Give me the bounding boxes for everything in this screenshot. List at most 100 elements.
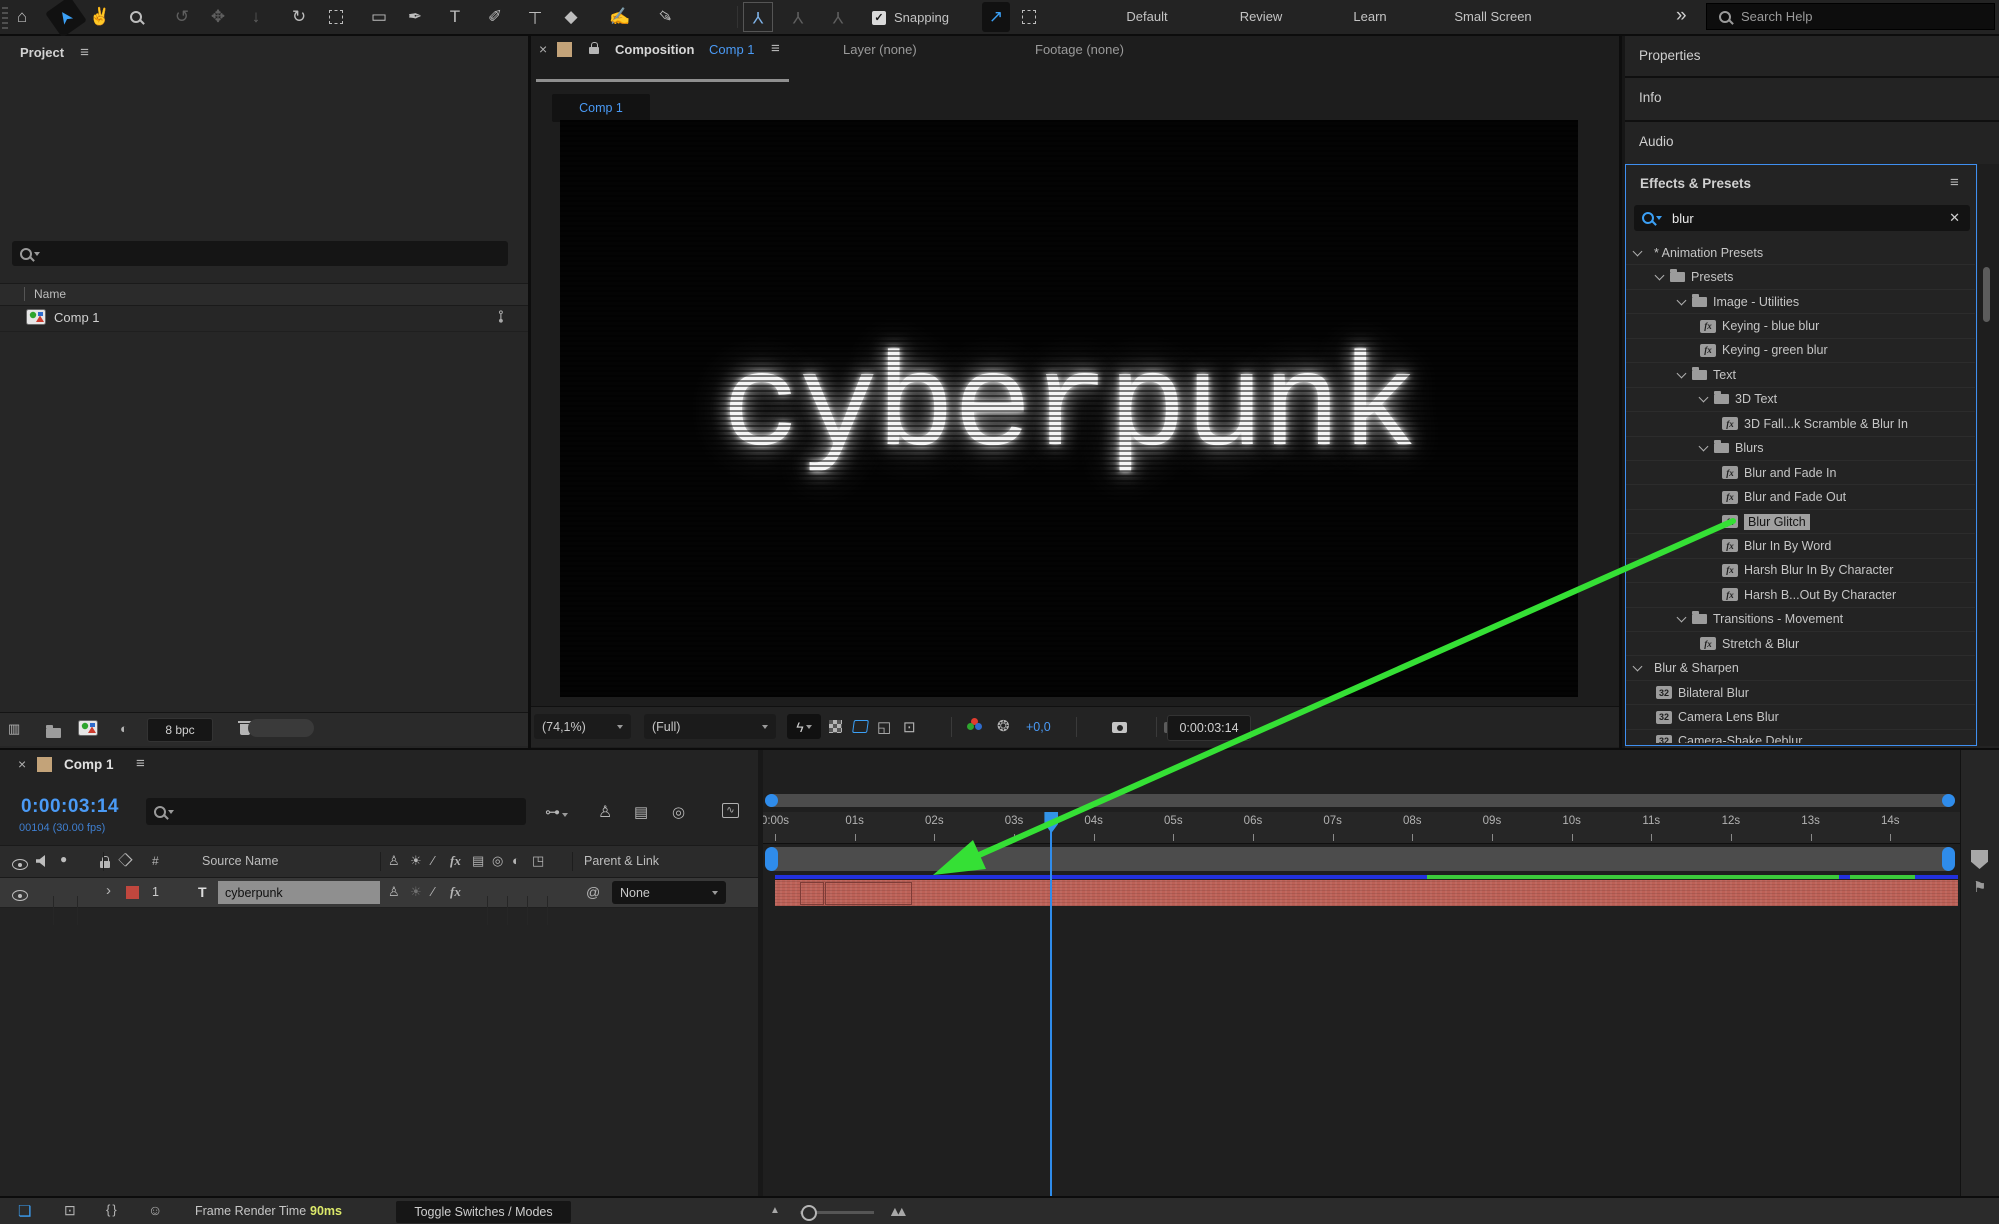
hand-tool[interactable]: ✌ bbox=[85, 2, 115, 32]
roto-brush-tool[interactable]: ✍ bbox=[605, 2, 635, 32]
project-search-input[interactable] bbox=[12, 241, 508, 266]
workspace-overflow-button[interactable]: » bbox=[1676, 0, 1687, 32]
comp-flag-icon[interactable]: ⚑ bbox=[1973, 878, 1986, 896]
viewer-tab-comp1[interactable]: Comp 1 bbox=[552, 94, 650, 122]
effects-tree-item[interactable]: 3D Text bbox=[1626, 388, 1975, 412]
exposure-reset-icon[interactable]: ❂ bbox=[997, 717, 1010, 735]
orbit-camera-tool[interactable]: ↺ bbox=[167, 2, 197, 32]
audio-column-icon[interactable] bbox=[36, 855, 48, 867]
camera-tool[interactable] bbox=[321, 2, 351, 32]
effects-tree-item[interactable]: fxHarsh B...Out By Character bbox=[1626, 583, 1975, 607]
resolution-dropdown[interactable]: (Full) bbox=[644, 714, 776, 739]
effects-tree-item[interactable]: Presets bbox=[1626, 265, 1975, 289]
brush-tool[interactable]: ✐ bbox=[480, 2, 510, 32]
effects-tree-item[interactable]: Text bbox=[1626, 363, 1975, 387]
rectangle-tool[interactable]: ▭ bbox=[364, 2, 394, 32]
composition-tab-item[interactable]: Comp 1 bbox=[709, 42, 755, 57]
layer-duration-bar[interactable] bbox=[775, 880, 1958, 906]
selection-tool[interactable]: ➤ bbox=[45, 0, 87, 38]
parent-dropdown[interactable]: None bbox=[612, 881, 726, 904]
toolbar-axis-world-mode[interactable]: Y bbox=[783, 2, 813, 32]
close-icon[interactable]: × bbox=[539, 41, 547, 57]
circle-square-icon[interactable]: ⊡ bbox=[64, 1202, 76, 1219]
workspace-tab-learn[interactable]: Learn bbox=[1353, 0, 1386, 32]
chevron-down-icon[interactable] bbox=[1633, 246, 1643, 256]
layer-row[interactable]: › 1 T cyberpunk ♙☀∕fx @ None bbox=[0, 878, 758, 908]
index-column-header[interactable]: # bbox=[152, 854, 159, 868]
fast-previews-button[interactable]: ϟ bbox=[787, 714, 821, 739]
snapshot-icon[interactable] bbox=[1112, 722, 1127, 733]
timeline-tab[interactable]: Comp 1 bbox=[64, 757, 114, 772]
composition-viewport[interactable]: cyberpunk bbox=[560, 120, 1578, 697]
workspace-tab-review[interactable]: Review bbox=[1240, 0, 1283, 32]
type-tool[interactable]: T bbox=[440, 2, 470, 32]
effects-tree-item[interactable]: fxStretch & Blur bbox=[1626, 632, 1975, 656]
name-column-header[interactable]: Name bbox=[34, 287, 66, 301]
layer-switch-cell[interactable] bbox=[528, 896, 548, 925]
composition-tab-title[interactable]: Composition bbox=[615, 42, 694, 57]
column-shy-guy-icon[interactable]: ♙ bbox=[388, 853, 400, 869]
scrollbar-right-cap[interactable] bbox=[1942, 794, 1955, 807]
effects-tree-item[interactable]: fxKeying - green blur bbox=[1626, 339, 1975, 363]
effects-tree-item[interactable]: 32Camera Lens Blur bbox=[1626, 705, 1975, 729]
snap-arrow-toggle[interactable]: ↗ bbox=[982, 2, 1010, 32]
effects-tree-item[interactable]: fxBlur In By Word bbox=[1626, 534, 1975, 558]
new-composition-icon[interactable] bbox=[78, 720, 98, 736]
project-panel-menu-icon[interactable]: ≡ bbox=[80, 44, 89, 61]
snap-box-toggle[interactable] bbox=[1014, 2, 1044, 32]
toolbar-axis-view-mode[interactable]: Y bbox=[823, 2, 853, 32]
transparency-grid-icon[interactable] bbox=[829, 720, 842, 733]
effects-tree-item[interactable]: 32Camera-Shake Deblur bbox=[1626, 730, 1975, 743]
horizontal-scrollbar[interactable] bbox=[765, 794, 1955, 807]
close-icon[interactable]: × bbox=[18, 756, 26, 772]
new-folder-icon[interactable] bbox=[46, 728, 61, 738]
playhead-line[interactable] bbox=[1050, 822, 1052, 1198]
label-column-icon[interactable]: ❏ bbox=[116, 850, 136, 870]
timeline-search-input[interactable] bbox=[146, 798, 526, 825]
layer-tab[interactable]: Layer (none) bbox=[843, 42, 917, 57]
effects-tree-item[interactable]: Image - Utilities bbox=[1626, 290, 1975, 314]
dolly-camera-tool[interactable]: ↓ bbox=[241, 2, 271, 32]
column-adjustment-layer-icon[interactable]: ◐ bbox=[512, 853, 520, 868]
layer-visibility-icon[interactable] bbox=[12, 890, 28, 901]
chevron-down-icon[interactable] bbox=[1655, 271, 1665, 281]
column-motion-blur-icon[interactable]: ◎ bbox=[492, 853, 503, 869]
work-area-start-handle[interactable] bbox=[765, 847, 778, 871]
project-item-comp1[interactable]: Comp 1 ⊶ bbox=[0, 305, 528, 332]
parent-link-column-header[interactable]: Parent & Link bbox=[584, 854, 659, 868]
project-item-label[interactable]: Comp 1 bbox=[54, 310, 100, 325]
pickwhip-icon[interactable]: @ bbox=[586, 884, 600, 900]
rotation-tool[interactable]: ↻ bbox=[284, 2, 314, 32]
column-3d-layer-icon[interactable]: ◳ bbox=[532, 853, 544, 869]
timeline-layer-shy-icon[interactable]: ♙ bbox=[388, 884, 400, 900]
time-ruler[interactable]: 0:00s01s02s03s04s05s06s07s08s09s10s11s12… bbox=[763, 812, 1960, 844]
source-name-column-header[interactable]: Source Name bbox=[202, 854, 278, 868]
people-icon[interactable]: ☺ bbox=[148, 1202, 162, 1218]
help-search-input[interactable]: Search Help bbox=[1706, 3, 1995, 30]
flowchart-icon[interactable]: ⊶ bbox=[493, 310, 510, 324]
column-collapse-transformations-icon[interactable]: ☀ bbox=[410, 853, 422, 869]
expressions-icon[interactable]: {} bbox=[106, 1202, 119, 1217]
lock-icon[interactable] bbox=[589, 47, 599, 54]
frame-blending-icon[interactable]: ▤ bbox=[634, 803, 648, 821]
layer-label-swatch[interactable] bbox=[126, 886, 139, 899]
snapping-checkbox[interactable]: ✓ bbox=[872, 11, 886, 25]
layer-solo-cell[interactable] bbox=[54, 896, 78, 925]
layer-switch-cell[interactable] bbox=[468, 896, 488, 925]
toolbar-axis-local-mode[interactable]: Y bbox=[743, 2, 773, 32]
work-area-end-handle[interactable] bbox=[1942, 847, 1955, 871]
work-area-bar[interactable] bbox=[765, 847, 1955, 871]
solo-column-icon[interactable]: ● bbox=[60, 852, 67, 866]
workspace-tab-small-screen[interactable]: Small Screen bbox=[1454, 0, 1531, 32]
magnification-dropdown[interactable]: (74,1%) bbox=[534, 714, 631, 739]
effects-tree-item[interactable]: fxBlur and Fade Out bbox=[1626, 485, 1975, 509]
panel-drag-square[interactable] bbox=[557, 42, 572, 57]
project-panel-title[interactable]: Project bbox=[20, 45, 64, 60]
footage-tab[interactable]: Footage (none) bbox=[1035, 42, 1124, 57]
effects-tree-item[interactable]: * Animation Presets bbox=[1626, 241, 1975, 265]
chevron-down-icon[interactable] bbox=[1699, 442, 1709, 452]
video-column-icon[interactable] bbox=[12, 859, 28, 870]
color-depth-button[interactable]: 8 bpc bbox=[147, 718, 213, 742]
panel-drag-square[interactable] bbox=[37, 757, 52, 772]
effects-tree-item[interactable]: Blur & Sharpen bbox=[1626, 656, 1975, 680]
